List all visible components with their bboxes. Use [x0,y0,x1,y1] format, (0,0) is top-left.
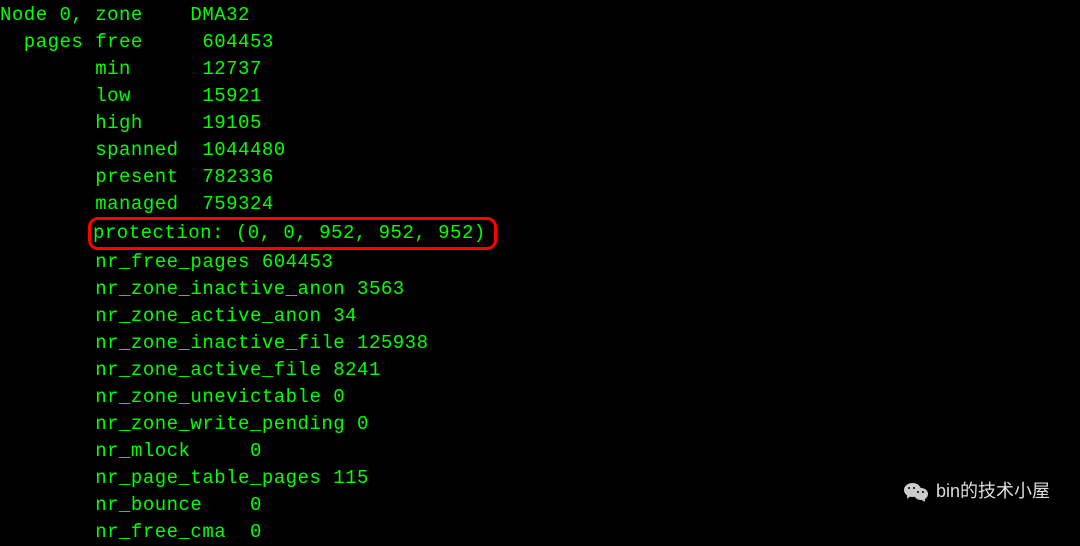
terminal-line: nr_zone_unevictable 0 [0,384,1080,411]
terminal-line: nr_zone_inactive_anon 3563 [0,276,1080,303]
terminal-line: nr_mlock 0 [0,438,1080,465]
terminal-line: nr_zone_active_file 8241 [0,357,1080,384]
terminal-line: nr_free_pages 604453 [0,249,1080,276]
terminal-line: high 19105 [0,110,1080,137]
watermark-text: bin的技术小屋 [936,478,1050,505]
terminal-line: nr_zone_write_pending 0 [0,411,1080,438]
terminal-line: low 15921 [0,83,1080,110]
terminal-output: Node 0, zone DMA32 pages free 604453 min… [0,2,1080,546]
terminal-line: pages free 604453 [0,29,1080,56]
highlighted-line-container: protection: (0, 0, 952, 952, 952) [0,218,1080,249]
terminal-line: nr_zone_active_anon 34 [0,303,1080,330]
terminal-line: nr_zone_inactive_file 125938 [0,330,1080,357]
terminal-line: Node 0, zone DMA32 [0,2,1080,29]
terminal-line: min 12737 [0,56,1080,83]
terminal-line: present 782336 [0,164,1080,191]
terminal-line: spanned 1044480 [0,137,1080,164]
protection-line: protection: (0, 0, 952, 952, 952) [88,217,497,250]
terminal-line: nr_free_cma 0 [0,519,1080,546]
wechat-icon [904,481,930,503]
terminal-line: managed 759324 [0,191,1080,218]
watermark: bin的技术小屋 [904,478,1050,505]
